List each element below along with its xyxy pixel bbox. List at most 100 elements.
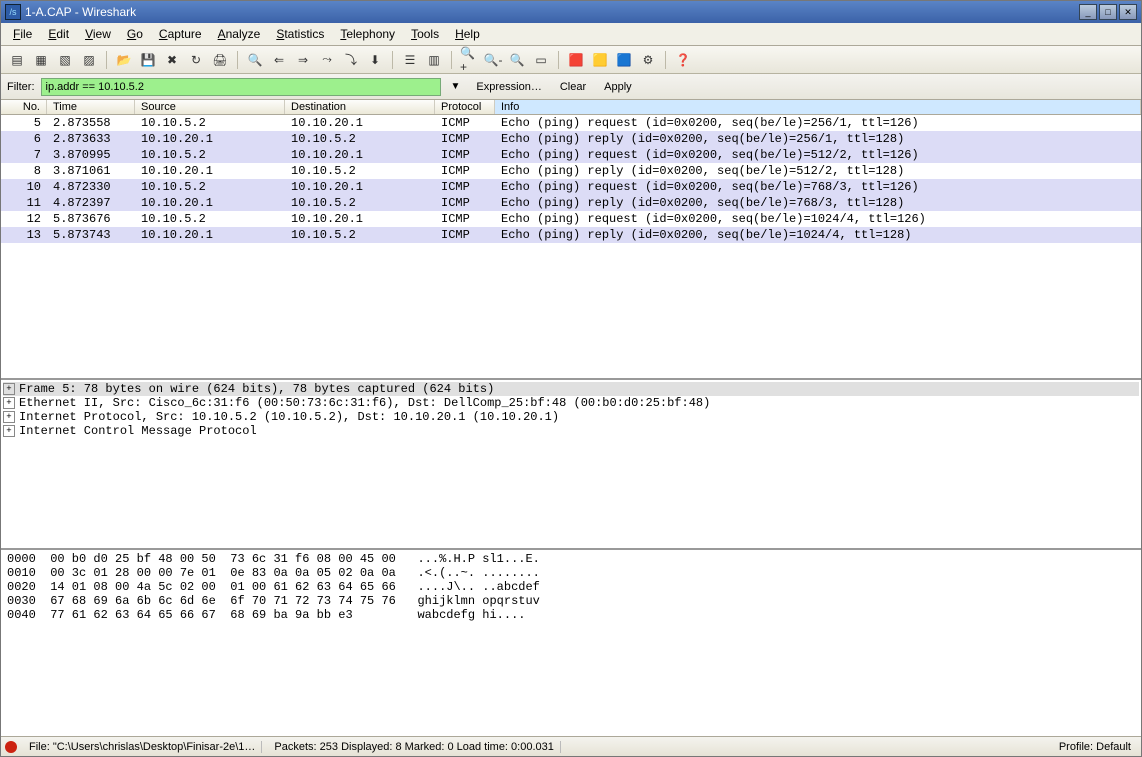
down-icon[interactable]: ⬇ (365, 50, 385, 70)
cell-time: 5.873676 (47, 211, 135, 227)
cell-time: 4.872397 (47, 195, 135, 211)
menu-analyze[interactable]: Analyze (210, 25, 269, 43)
detail-row[interactable]: +Internet Control Message Protocol (3, 424, 1139, 438)
cell-time: 2.873633 (47, 131, 135, 147)
detail-row[interactable]: +Ethernet II, Src: Cisco_6c:31:f6 (00:50… (3, 396, 1139, 410)
packet-row[interactable]: 83.87106110.10.20.110.10.5.2ICMPEcho (pi… (1, 163, 1141, 179)
card3-icon[interactable]: ▨ (79, 50, 99, 70)
zoomin-icon[interactable]: 🔍+ (459, 50, 479, 70)
fwd-icon[interactable]: ⇒ (293, 50, 313, 70)
packet-row[interactable]: 125.87367610.10.5.210.10.20.1ICMPEcho (p… (1, 211, 1141, 227)
expand-icon[interactable]: + (3, 397, 15, 409)
detail-row[interactable]: +Frame 5: 78 bytes on wire (624 bits), 7… (3, 382, 1139, 396)
cell-dst: 10.10.5.2 (285, 163, 435, 179)
cell-src: 10.10.5.2 (135, 115, 285, 131)
save-icon[interactable]: 💾 (138, 50, 158, 70)
status-profile: Profile: Default (1053, 741, 1137, 753)
cell-no: 12 (1, 211, 47, 227)
toolbar-separator (237, 51, 238, 69)
clear-button[interactable]: Clear (554, 81, 592, 93)
view2-icon[interactable]: ▥ (424, 50, 444, 70)
menu-capture[interactable]: Capture (151, 25, 210, 43)
filter-bar: Filter: ▼ Expression… Clear Apply (1, 74, 1141, 100)
menu-go[interactable]: Go (119, 25, 151, 43)
open-icon[interactable]: 📂 (114, 50, 134, 70)
packet-row[interactable]: 62.87363310.10.20.110.10.5.2ICMPEcho (pi… (1, 131, 1141, 147)
cell-no: 11 (1, 195, 47, 211)
toolbar-separator (392, 51, 393, 69)
menu-telephony[interactable]: Telephony (332, 25, 403, 43)
toolbar-separator (106, 51, 107, 69)
col-source[interactable]: Source (135, 100, 285, 114)
card-icon[interactable]: ▦ (31, 50, 51, 70)
col-no[interactable]: No. (1, 100, 47, 114)
packet-row[interactable]: 52.87355810.10.5.210.10.20.1ICMPEcho (pi… (1, 115, 1141, 131)
apply-button[interactable]: Apply (598, 81, 638, 93)
find-icon[interactable]: 🔍 (245, 50, 265, 70)
color1-icon[interactable]: 🟥 (566, 50, 586, 70)
maximize-button[interactable]: □ (1099, 4, 1117, 20)
close-icon[interactable]: ✖ (162, 50, 182, 70)
expand-icon[interactable]: + (3, 411, 15, 423)
color3-icon[interactable]: 🟦 (614, 50, 634, 70)
print-icon[interactable]: 🖨 (210, 50, 230, 70)
packet-row[interactable]: 135.87374310.10.20.110.10.5.2ICMPEcho (p… (1, 227, 1141, 243)
zoomout-icon[interactable]: 🔍- (483, 50, 503, 70)
status-packets: Packets: 253 Displayed: 8 Marked: 0 Load… (268, 741, 560, 753)
cell-src: 10.10.5.2 (135, 147, 285, 163)
record-indicator-icon (5, 741, 17, 753)
help-icon[interactable]: ❓ (673, 50, 693, 70)
expression-button[interactable]: Expression… (470, 81, 547, 93)
view1-icon[interactable]: ☰ (400, 50, 420, 70)
list-icon[interactable]: ▤ (7, 50, 27, 70)
menu-tools[interactable]: Tools (403, 25, 447, 43)
cell-time: 3.870995 (47, 147, 135, 163)
minimize-button[interactable]: _ (1079, 4, 1097, 20)
toolbar-separator (451, 51, 452, 69)
cell-src: 10.10.5.2 (135, 179, 285, 195)
col-destination[interactable]: Destination (285, 100, 435, 114)
expand-icon[interactable]: + (3, 383, 15, 395)
menubar: FileEditViewGoCaptureAnalyzeStatisticsTe… (1, 23, 1141, 46)
fit-icon[interactable]: ▭ (531, 50, 551, 70)
cell-proto: ICMP (435, 147, 495, 163)
close-button[interactable]: ✕ (1119, 4, 1137, 20)
cell-time: 4.872330 (47, 179, 135, 195)
zoom1-icon[interactable]: 🔍 (507, 50, 527, 70)
packet-bytes-pane[interactable]: 0000 00 b0 d0 25 bf 48 00 50 73 6c 31 f6… (1, 550, 1141, 736)
cell-no: 8 (1, 163, 47, 179)
col-time[interactable]: Time (47, 100, 135, 114)
cell-dst: 10.10.5.2 (285, 131, 435, 147)
cell-src: 10.10.20.1 (135, 163, 285, 179)
menu-help[interactable]: Help (447, 25, 488, 43)
reload-icon[interactable]: ↻ (186, 50, 206, 70)
cell-info: Echo (ping) reply (id=0x0200, seq(be/le)… (495, 163, 1141, 179)
packet-row[interactable]: 114.87239710.10.20.110.10.5.2ICMPEcho (p… (1, 195, 1141, 211)
app-icon: /s (5, 4, 21, 20)
menu-view[interactable]: View (77, 25, 119, 43)
cell-src: 10.10.20.1 (135, 195, 285, 211)
cell-proto: ICMP (435, 163, 495, 179)
packet-details-pane[interactable]: +Frame 5: 78 bytes on wire (624 bits), 7… (1, 380, 1141, 550)
filter-dropdown-icon[interactable]: ▼ (447, 81, 465, 92)
color2-icon[interactable]: 🟨 (590, 50, 610, 70)
menu-statistics[interactable]: Statistics (268, 25, 332, 43)
back-icon[interactable]: ⇐ (269, 50, 289, 70)
filter-input[interactable] (41, 78, 441, 96)
cell-no: 13 (1, 227, 47, 243)
cell-dst: 10.10.20.1 (285, 147, 435, 163)
packet-row[interactable]: 73.87099510.10.5.210.10.20.1ICMPEcho (pi… (1, 147, 1141, 163)
menu-file[interactable]: File (5, 25, 40, 43)
col-info[interactable]: Info (495, 100, 1141, 114)
detail-row[interactable]: + Internet Protocol, Src: 10.10.5.2 (10.1… (3, 410, 1139, 424)
prefs-icon[interactable]: ⚙ (638, 50, 658, 70)
menu-edit[interactable]: Edit (40, 25, 77, 43)
cell-info: Echo (ping) request (id=0x0200, seq(be/l… (495, 211, 1141, 227)
packet-row[interactable]: 104.87233010.10.5.210.10.20.1ICMPEcho (p… (1, 179, 1141, 195)
card2-icon[interactable]: ▧ (55, 50, 75, 70)
col-protocol[interactable]: Protocol (435, 100, 495, 114)
jump-icon[interactable]: ⤳ (317, 50, 337, 70)
detail-text: Internet Protocol, Src: 10.10.5.2 (10.10… (19, 410, 559, 424)
last-icon[interactable]: ⤵ (341, 50, 361, 70)
expand-icon[interactable]: + (3, 425, 15, 437)
